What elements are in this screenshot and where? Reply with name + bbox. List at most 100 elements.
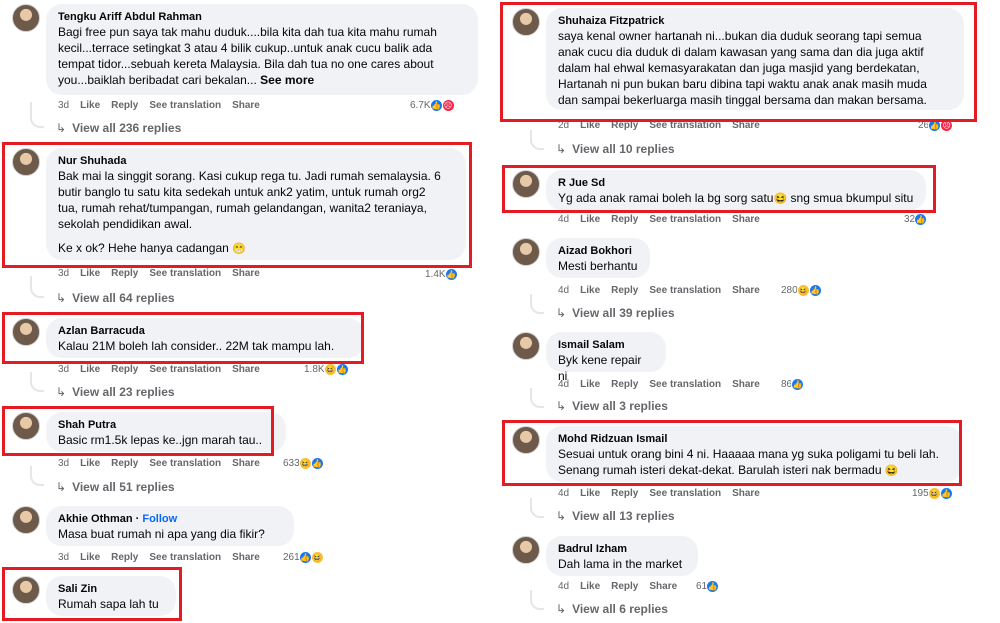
like-button[interactable]: Like	[80, 458, 100, 469]
comment-author[interactable]: Aizad Bokhori	[558, 244, 638, 258]
comment-author[interactable]: Mohd Ridzuan Ismail	[558, 432, 950, 446]
comment-author[interactable]: Ismail Salam	[558, 338, 654, 352]
comment-time[interactable]: 2d	[558, 120, 569, 131]
comment-time[interactable]: 3d	[58, 552, 69, 563]
comment-author[interactable]: Azlan Barracuda	[58, 324, 352, 338]
comment-time[interactable]: 3d	[58, 458, 69, 469]
reaction-summary[interactable]: 6.7K 👍 ☹	[410, 99, 455, 112]
reaction-summary[interactable]: 1.8K 😆 👍	[304, 363, 349, 376]
see-translation-button[interactable]: See translation	[649, 488, 721, 499]
reaction-summary[interactable]: 86 👍	[781, 378, 805, 391]
reply-button[interactable]: Reply	[111, 364, 138, 375]
like-button[interactable]: Like	[580, 285, 600, 296]
avatar[interactable]	[12, 148, 40, 176]
avatar[interactable]	[12, 318, 40, 346]
reaction-summary[interactable]: 61 👍	[696, 580, 720, 593]
like-button[interactable]: Like	[580, 120, 600, 131]
like-button[interactable]: Like	[580, 379, 600, 390]
comment-time[interactable]: 3d	[58, 268, 69, 279]
comment-author[interactable]: Shuhaiza Fitzpatrick	[558, 14, 952, 28]
reply-button[interactable]: Reply	[111, 100, 138, 111]
avatar[interactable]	[12, 412, 40, 440]
avatar[interactable]	[12, 576, 40, 604]
like-button[interactable]: Like	[580, 214, 600, 225]
share-button[interactable]: Share	[732, 214, 760, 225]
see-translation-button[interactable]: See translation	[649, 285, 721, 296]
share-button[interactable]: Share	[232, 364, 260, 375]
see-more-link[interactable]: See more	[260, 73, 314, 87]
comment-author[interactable]: R Jue Sd	[558, 176, 914, 190]
comment-author[interactable]: Badrul Izham	[558, 542, 686, 556]
reply-button[interactable]: Reply	[611, 488, 638, 499]
see-translation-button[interactable]: See translation	[649, 379, 721, 390]
comment-time[interactable]: 4d	[558, 581, 569, 592]
like-button[interactable]: Like	[580, 581, 600, 592]
reaction-summary[interactable]: 261 👍 😆	[283, 551, 324, 564]
view-replies-link[interactable]: ↳ View all 236 replies	[56, 121, 181, 135]
avatar[interactable]	[12, 506, 40, 534]
view-replies-link[interactable]: ↳ View all 51 replies	[56, 480, 175, 494]
like-button[interactable]: Like	[80, 364, 100, 375]
reply-button[interactable]: Reply	[611, 379, 638, 390]
avatar[interactable]	[512, 170, 540, 198]
share-button[interactable]: Share	[232, 268, 260, 279]
share-button[interactable]: Share	[732, 488, 760, 499]
share-button[interactable]: Share	[232, 458, 260, 469]
reply-button[interactable]: Reply	[111, 458, 138, 469]
view-replies-link[interactable]: ↳ View all 23 replies	[56, 385, 175, 399]
avatar[interactable]	[512, 332, 540, 360]
see-translation-button[interactable]: See translation	[149, 458, 221, 469]
avatar[interactable]	[512, 8, 540, 36]
comment-author[interactable]: Akhie Othman · Follow	[58, 512, 282, 526]
view-replies-link[interactable]: ↳ View all 6 replies	[556, 602, 668, 616]
reply-button[interactable]: Reply	[111, 268, 138, 279]
reply-button[interactable]: Reply	[611, 285, 638, 296]
see-translation-button[interactable]: See translation	[149, 100, 221, 111]
share-button[interactable]: Share	[649, 581, 677, 592]
see-translation-button[interactable]: See translation	[149, 364, 221, 375]
share-button[interactable]: Share	[232, 100, 260, 111]
reply-button[interactable]: Reply	[611, 581, 638, 592]
see-translation-button[interactable]: See translation	[149, 552, 221, 563]
reaction-summary[interactable]: 280 😆 👍	[781, 284, 822, 297]
view-replies-link[interactable]: ↳ View all 3 replies	[556, 399, 668, 413]
comment-author[interactable]: Shah Putra	[58, 418, 274, 432]
avatar[interactable]	[12, 4, 40, 32]
reply-button[interactable]: Reply	[611, 214, 638, 225]
comment-author[interactable]: Nur Shuhada	[58, 154, 454, 168]
like-button[interactable]: Like	[80, 552, 100, 563]
comment-time[interactable]: 4d	[558, 379, 569, 390]
comment-time[interactable]: 4d	[558, 214, 569, 225]
view-replies-link[interactable]: ↳ View all 64 replies	[56, 291, 175, 305]
reaction-summary[interactable]: 633 😆 👍	[283, 457, 324, 470]
comment-time[interactable]: 4d	[558, 488, 569, 499]
comment-author[interactable]: Sali Zin	[58, 582, 164, 596]
view-replies-link[interactable]: ↳ View all 10 replies	[556, 142, 675, 156]
comment-time[interactable]: 4d	[558, 285, 569, 296]
like-button[interactable]: Like	[80, 100, 100, 111]
reaction-summary[interactable]: 195 😆 👍	[912, 487, 953, 500]
see-translation-button[interactable]: See translation	[649, 120, 721, 131]
comment-time[interactable]: 3d	[58, 100, 69, 111]
avatar[interactable]	[512, 536, 540, 564]
reaction-summary[interactable]: 32 👍	[904, 213, 928, 226]
share-button[interactable]: Share	[232, 552, 260, 563]
view-replies-link[interactable]: ↳ View all 13 replies	[556, 509, 675, 523]
share-button[interactable]: Share	[732, 120, 760, 131]
reply-button[interactable]: Reply	[111, 552, 138, 563]
share-button[interactable]: Share	[732, 285, 760, 296]
reaction-summary[interactable]: 26 👍 ☹	[918, 119, 954, 132]
like-button[interactable]: Like	[80, 268, 100, 279]
avatar[interactable]	[512, 426, 540, 454]
see-translation-button[interactable]: See translation	[649, 214, 721, 225]
see-translation-button[interactable]: See translation	[149, 268, 221, 279]
comment-author[interactable]: Tengku Ariff Abdul Rahman	[58, 10, 466, 24]
reaction-summary[interactable]: 1.4K 👍	[425, 268, 458, 281]
like-button[interactable]: Like	[580, 488, 600, 499]
comment-time[interactable]: 3d	[58, 364, 69, 375]
share-button[interactable]: Share	[732, 379, 760, 390]
avatar[interactable]	[512, 238, 540, 266]
view-replies-link[interactable]: ↳ View all 39 replies	[556, 306, 675, 320]
follow-button[interactable]: Follow	[142, 513, 177, 525]
reply-button[interactable]: Reply	[611, 120, 638, 131]
